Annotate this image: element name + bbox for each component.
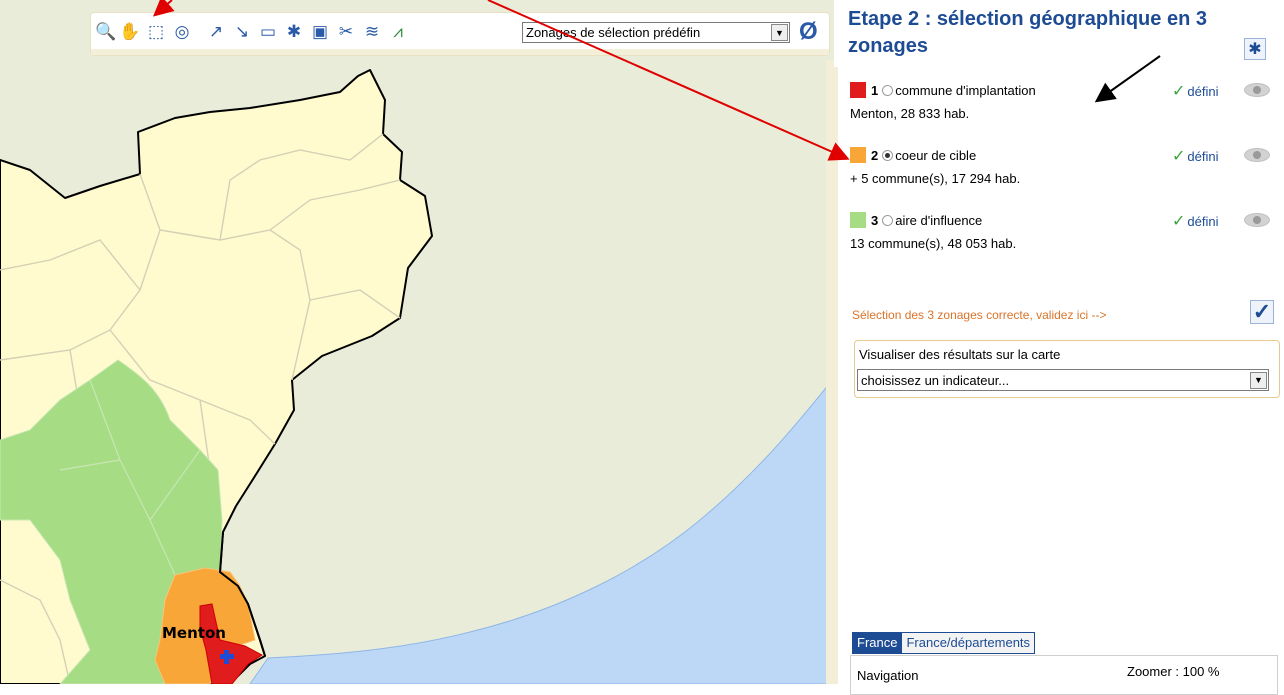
preset-zoning-value: Zonages de sélection prédéfin [526, 25, 701, 40]
checkmark-icon: ✓ [1252, 299, 1272, 324]
zone-color-swatch [850, 212, 866, 228]
tools-icon[interactable]: ✂ [335, 21, 357, 43]
eye-icon[interactable] [1244, 148, 1270, 162]
validate-hint[interactable]: Sélection des 3 zonages correcte, valide… [852, 308, 1106, 322]
map-toolbar: 🔍 ✋ ⬚ ◎ ↗ ↘ ▭ ✱ ▣ ✂ ≋ ⩘ Zonages de sélec… [90, 12, 830, 56]
indicator-box: Visualiser des résultats sur la carte ch… [854, 340, 1280, 398]
zone-detail: + 5 commune(s), 17 294 hab. [850, 171, 1021, 186]
selection-panel: Etape 2 : sélection géographique en 3 zo… [834, 0, 1284, 695]
water-icon[interactable]: ≋ [361, 21, 383, 43]
navigation-label: Navigation [857, 668, 919, 683]
puzzle-icon[interactable]: ✱ [1244, 38, 1266, 60]
open-folder-icon[interactable]: ▭ [257, 21, 279, 43]
tab-france[interactable]: France [852, 632, 903, 654]
zoom-level: Zoomer : 100 % [1127, 664, 1220, 679]
panel-title: Etape 2 : sélection géographique en 3 zo… [848, 8, 1207, 57]
zone-detail: 13 commune(s), 48 053 hab. [850, 236, 1017, 251]
zone-item-2: 2 coeur de cible ✓ défini + 5 commune(s),… [850, 145, 1270, 188]
zone-radio[interactable] [882, 214, 894, 226]
zone-color-swatch [850, 82, 866, 98]
clear-selection-button[interactable]: Ø [799, 19, 818, 45]
zone-name: aire d'influence [895, 212, 983, 228]
zone-color-swatch [850, 147, 866, 163]
zone-number: 3 [871, 212, 879, 228]
zone-item-1: 1 commune d'implantation ✓ défini Menton,… [850, 80, 1270, 123]
zone-number: 2 [871, 147, 879, 163]
eye-icon[interactable] [1244, 83, 1270, 97]
indicator-select[interactable]: choisissez un indicateur... ▼ [857, 369, 1269, 391]
chevron-down-icon[interactable]: ▼ [1250, 371, 1267, 389]
zone-status-text: défini [1187, 83, 1219, 99]
zone-detail: Menton, 28 833 hab. [850, 106, 970, 121]
puzzle-icon[interactable]: ✱ [283, 21, 305, 43]
map-view[interactable]: Menton 🔍 ✋ ⬚ ◎ ↗ ↘ ▭ ✱ ▣ ✂ ≋ ⩘ Zonages d… [0, 0, 834, 684]
navigation-box: Navigation Zoomer : 100 % [850, 655, 1278, 695]
preset-zoning-select[interactable]: Zonages de sélection prédéfin ▼ [522, 22, 790, 43]
road-icon[interactable]: ⩘ [387, 21, 409, 43]
zone-status-text: défini [1187, 148, 1219, 164]
tab-france-departements[interactable]: France/départements [902, 632, 1036, 654]
validate-button[interactable]: ✓ [1250, 299, 1274, 324]
map-canvas[interactable] [0, 0, 834, 684]
indicator-select-value: choisissez un indicateur... [861, 372, 1010, 388]
eye-icon[interactable] [1244, 213, 1270, 227]
zone-status: ✓ défini [1172, 211, 1218, 231]
zone-name: commune d'implantation [895, 82, 1036, 98]
toolbar-strip [91, 49, 829, 55]
zone-status-text: défini [1187, 213, 1219, 229]
indicator-label: Visualiser des résultats sur la carte [859, 347, 1061, 362]
binoculars-icon[interactable]: ◎ [171, 21, 193, 43]
pan-hand-icon[interactable]: ✋ [119, 21, 141, 43]
chevron-down-icon[interactable]: ▼ [771, 24, 788, 41]
check-icon: ✓ [1172, 148, 1186, 165]
zone-status: ✓ défini [1172, 81, 1218, 101]
check-icon: ✓ [1172, 213, 1186, 230]
zone-item-3: 3 aire d'influence ✓ défini 13 commune(s)… [850, 210, 1270, 253]
map-tabs: France France/départements [852, 632, 1036, 654]
zone-radio[interactable] [882, 84, 894, 96]
select-rectangle-icon[interactable]: ⬚ [145, 21, 167, 43]
draw-segment-icon[interactable]: ↘ [231, 21, 253, 43]
zone-name: coeur de cible [895, 147, 977, 163]
zone-radio[interactable] [882, 149, 894, 161]
save-icon[interactable]: ▣ [309, 21, 331, 43]
panel-divider [834, 67, 838, 684]
draw-line-icon[interactable]: ↗ [205, 21, 227, 43]
zone-number: 1 [871, 82, 879, 98]
map-label-menton: Menton [162, 624, 226, 642]
zone-status: ✓ défini [1172, 146, 1218, 166]
zoom-icon[interactable]: 🔍 [95, 21, 117, 43]
check-icon: ✓ [1172, 83, 1186, 100]
